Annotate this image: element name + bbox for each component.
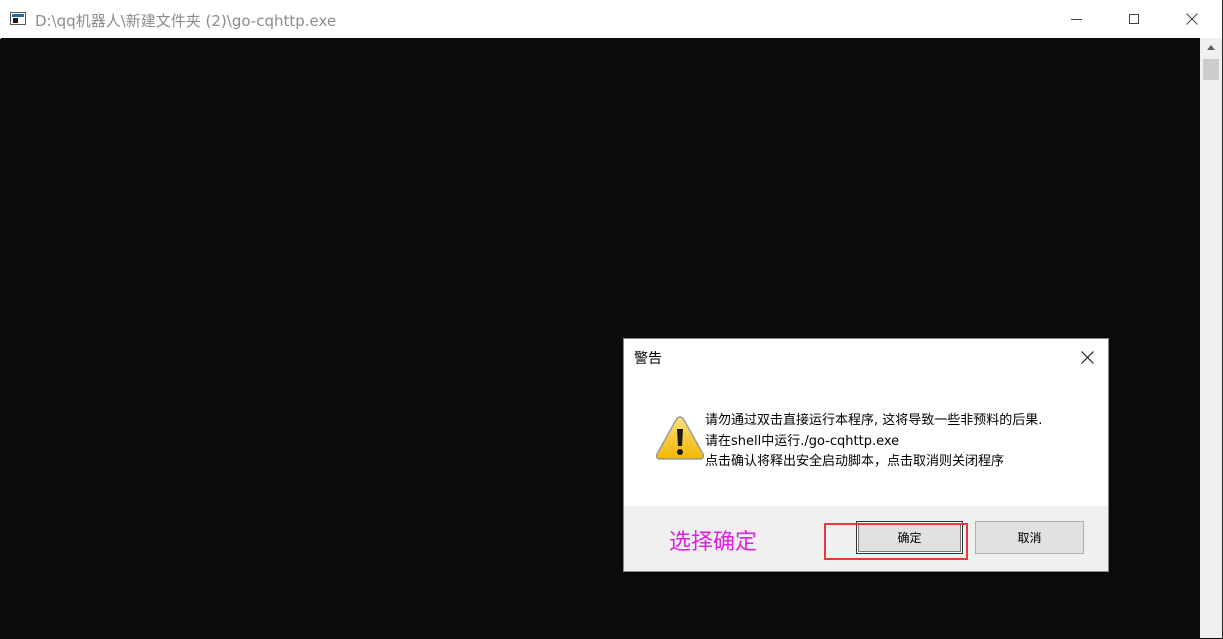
close-icon	[1186, 13, 1198, 25]
scroll-thumb[interactable]	[1203, 59, 1219, 80]
window-title: D:\qq机器人\新建文件夹 (2)\go-cqhttp.exe	[35, 12, 337, 30]
maximize-button[interactable]	[1105, 0, 1163, 38]
vertical-scrollbar[interactable]	[1200, 38, 1222, 638]
dialog-message: 请勿通过双击直接运行本程序, 这将导致一些非预料的后果. 请在shell中运行.…	[705, 411, 1042, 473]
cancel-button[interactable]: 取消	[975, 521, 1084, 554]
annotation-text: 选择确定	[669, 530, 758, 555]
scroll-up-button[interactable]	[1200, 38, 1222, 56]
warning-dialog: 警告 请勿通过双击直接运行本程序, 这将导致一些非预料的后果. 请在shell中…	[623, 338, 1109, 572]
ok-button[interactable]: 确定	[856, 521, 963, 554]
maximize-icon	[1129, 14, 1139, 24]
minimize-button[interactable]	[1047, 0, 1105, 38]
title-bar[interactable]: D:\qq机器人\新建文件夹 (2)\go-cqhttp.exe	[0, 0, 1223, 39]
dialog-close-button[interactable]	[1071, 342, 1103, 372]
close-icon	[1080, 350, 1094, 364]
warning-icon	[655, 416, 705, 460]
message-line: 请勿通过双击直接运行本程序, 这将导致一些非预料的后果.	[705, 413, 1043, 428]
message-line: 请在shell中运行./go-cqhttp.exe	[705, 433, 900, 449]
dialog-button-bar: 选择确定 确定 取消	[624, 506, 1108, 571]
minimize-icon	[1070, 18, 1082, 20]
dialog-title: 警告	[634, 351, 662, 367]
message-line: 点击确认将释出安全启动脚本，点击取消则关闭程序	[705, 454, 1005, 469]
scroll-up-arrow-icon	[1207, 44, 1215, 50]
console-app-icon	[10, 12, 26, 25]
close-button[interactable]	[1163, 0, 1221, 38]
